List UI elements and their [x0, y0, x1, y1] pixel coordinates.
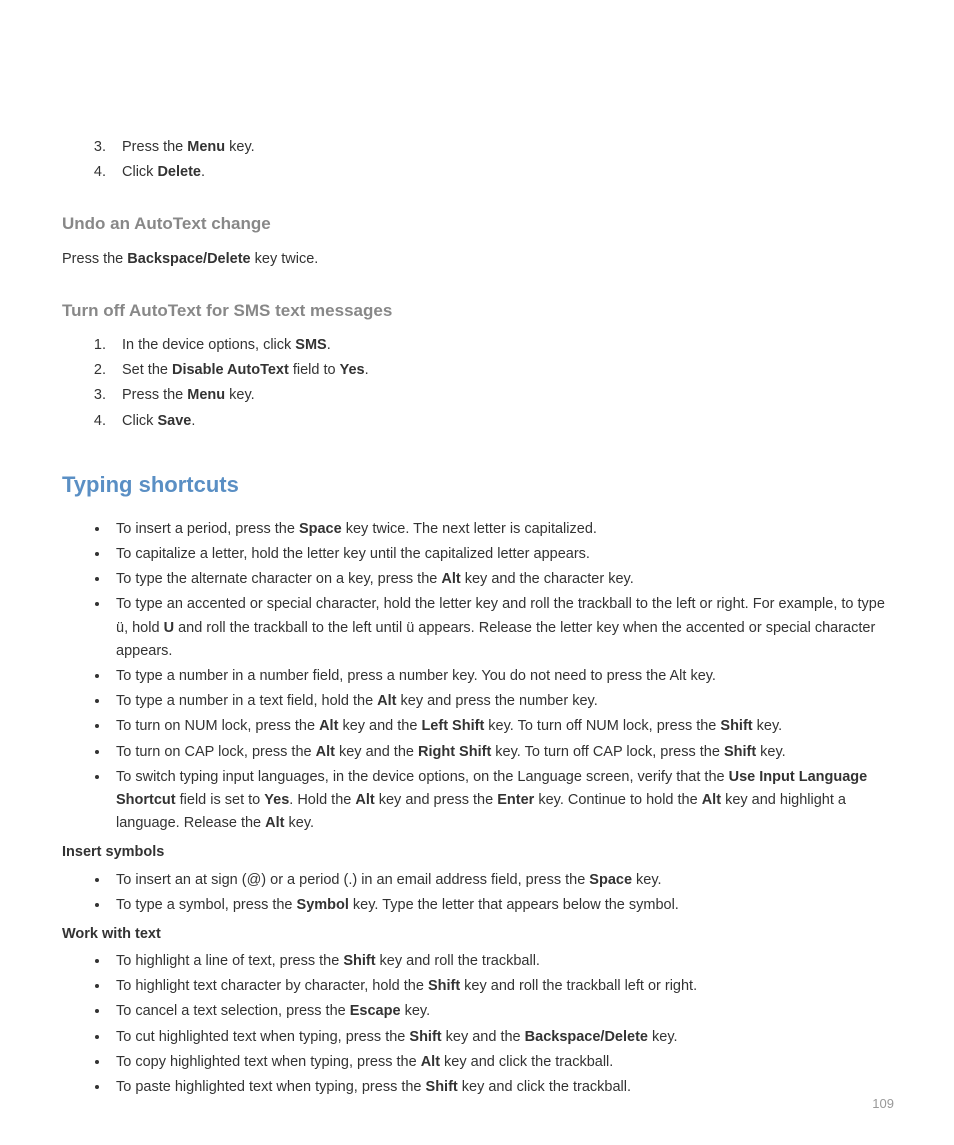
list-item: To highlight text character by character… — [110, 975, 892, 998]
list-item: To capitalize a letter, hold the letter … — [110, 543, 892, 566]
heading-turnoff-autotext: Turn off AutoText for SMS text messages — [62, 297, 892, 324]
list-item: To type an accented or special character… — [110, 593, 892, 663]
heading-typing-shortcuts: Typing shortcuts — [62, 467, 892, 502]
list-item: To turn on NUM lock, press the Alt key a… — [110, 715, 892, 738]
list-item: To insert an at sign (@) or a period (.)… — [110, 869, 892, 892]
list-item: To copy highlighted text when typing, pr… — [110, 1051, 892, 1074]
list-item: To insert a period, press the Space key … — [110, 518, 892, 541]
list-item: Press the Menu key. — [110, 136, 892, 159]
list-item: Press the Menu key. — [110, 384, 892, 407]
list-item: To type the alternate character on a key… — [110, 568, 892, 591]
list-item: To highlight a line of text, press the S… — [110, 950, 892, 973]
list-item: Click Save. — [110, 410, 892, 433]
typing-bullet-list: To insert a period, press the Space key … — [110, 518, 892, 835]
page-content: Press the Menu key.Click Delete. Undo an… — [62, 136, 892, 1099]
subhead-insert-symbols: Insert symbols — [62, 841, 892, 864]
heading-undo-autotext: Undo an AutoText change — [62, 210, 892, 237]
subhead-work-with-text: Work with text — [62, 923, 892, 946]
list-item: To cancel a text selection, press the Es… — [110, 1000, 892, 1023]
list-item: To type a number in a text field, hold t… — [110, 690, 892, 713]
undo-text: Press the Backspace/Delete key twice. — [62, 248, 892, 271]
turnoff-ordered-list: In the device options, click SMS.Set the… — [110, 334, 892, 433]
insert-symbols-list: To insert an at sign (@) or a period (.)… — [110, 869, 892, 917]
list-item: In the device options, click SMS. — [110, 334, 892, 357]
list-item: To turn on CAP lock, press the Alt key a… — [110, 741, 892, 764]
page-number: 109 — [872, 1094, 894, 1115]
intro-ordered-list: Press the Menu key.Click Delete. — [110, 136, 892, 184]
work-with-text-list: To highlight a line of text, press the S… — [110, 950, 892, 1099]
list-item: To switch typing input languages, in the… — [110, 766, 892, 836]
list-item: To type a symbol, press the Symbol key. … — [110, 894, 892, 917]
list-item: Set the Disable AutoText field to Yes. — [110, 359, 892, 382]
list-item: Click Delete. — [110, 161, 892, 184]
list-item: To paste highlighted text when typing, p… — [110, 1076, 892, 1099]
list-item: To type a number in a number field, pres… — [110, 665, 892, 688]
list-item: To cut highlighted text when typing, pre… — [110, 1026, 892, 1049]
